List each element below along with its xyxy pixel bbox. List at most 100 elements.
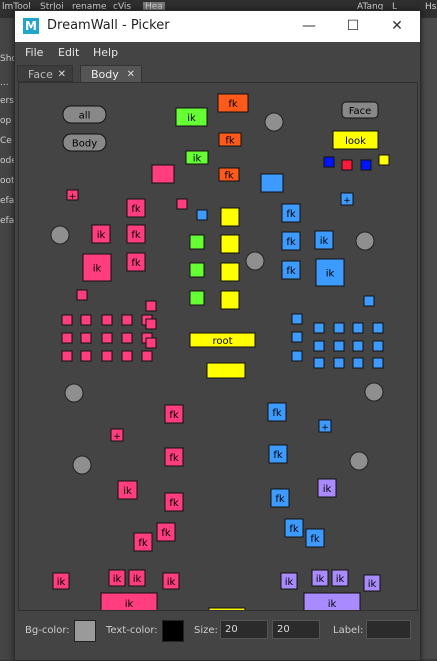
picker-pivot[interactable]	[264, 112, 284, 132]
picker-label[interactable]: ik	[316, 574, 325, 585]
picker-control[interactable]	[352, 322, 364, 334]
picker-control[interactable]	[352, 357, 364, 369]
picker-control[interactable]	[323, 156, 335, 168]
picker-control[interactable]	[101, 350, 113, 362]
picker-label[interactable]: all	[79, 111, 91, 122]
picker-label[interactable]: ik	[133, 574, 142, 585]
picker-control[interactable]	[313, 322, 325, 334]
picker-label[interactable]: ik	[328, 599, 337, 610]
picker-control[interactable]	[313, 357, 325, 369]
picker-label[interactable]: fk	[131, 258, 141, 269]
picker-control[interactable]	[333, 322, 345, 334]
picker-control[interactable]	[141, 350, 153, 362]
picker-label[interactable]: ik	[97, 230, 106, 241]
picker-label[interactable]: ik	[123, 486, 132, 497]
picker-control[interactable]	[220, 207, 240, 227]
menu-file[interactable]: File	[25, 46, 43, 59]
picker-control[interactable]	[372, 340, 384, 352]
picker-label[interactable]: fk	[228, 99, 238, 110]
picker-control[interactable]	[291, 313, 303, 325]
picker-control[interactable]	[189, 234, 205, 250]
maximize-button[interactable]: ☐	[333, 14, 373, 38]
picker-pivot[interactable]	[355, 231, 375, 251]
minimize-button[interactable]: —	[289, 14, 329, 38]
picker-control[interactable]	[333, 357, 345, 369]
picker-control[interactable]	[260, 173, 284, 193]
picker-control[interactable]	[291, 350, 303, 362]
picker-label[interactable]: ik	[57, 577, 66, 588]
picker-label[interactable]: ik	[326, 269, 335, 280]
picker-label[interactable]: fk	[289, 524, 299, 535]
picker-control[interactable]	[145, 318, 157, 330]
picker-label[interactable]: fk	[169, 498, 179, 509]
picker-control[interactable]	[121, 350, 133, 362]
picker-label[interactable]: fk	[272, 408, 282, 419]
picker-control[interactable]	[76, 289, 88, 301]
size-width-field[interactable]: 20	[220, 620, 268, 639]
picker-control[interactable]	[196, 209, 208, 221]
picker-control[interactable]	[189, 290, 205, 306]
size-height-field[interactable]: 20	[272, 620, 320, 639]
picker-control[interactable]	[101, 332, 113, 344]
picker-pivot[interactable]	[245, 251, 265, 271]
picker-label[interactable]: fk	[273, 450, 283, 461]
menu-help[interactable]: Help	[93, 46, 118, 59]
picker-label[interactable]: fk	[310, 534, 320, 545]
picker-label[interactable]: fk	[131, 204, 141, 215]
picker-label[interactable]: ik	[187, 113, 196, 124]
picker-control[interactable]	[80, 314, 92, 326]
picker-control[interactable]	[341, 159, 353, 171]
picker-pivot[interactable]	[349, 451, 369, 471]
picker-control[interactable]	[61, 314, 73, 326]
picker-control[interactable]	[220, 262, 240, 282]
tab-close-icon[interactable]: ✕	[58, 66, 66, 83]
text-color-swatch[interactable]	[162, 620, 184, 642]
picker-label[interactable]: root	[212, 336, 232, 347]
picker-label[interactable]: +	[321, 423, 329, 433]
picker-label[interactable]: fk	[138, 538, 148, 549]
picker-control[interactable]	[206, 362, 246, 379]
picker-label[interactable]: ik	[323, 484, 332, 495]
bg-color-swatch[interactable]	[74, 620, 96, 642]
picker-control[interactable]	[80, 350, 92, 362]
picker-label[interactable]: ik	[320, 236, 329, 247]
picker-control[interactable]	[220, 234, 240, 254]
picker-control[interactable]	[145, 337, 157, 349]
picker-label[interactable]: ik	[368, 579, 377, 590]
menu-edit[interactable]: Edit	[58, 46, 79, 59]
picker-control[interactable]	[176, 198, 188, 210]
picker-control[interactable]	[333, 340, 345, 352]
picker-pivot[interactable]	[364, 382, 384, 402]
picker-control[interactable]	[291, 331, 303, 343]
picker-label[interactable]: fk	[131, 230, 141, 241]
picker-control[interactable]	[352, 340, 364, 352]
picker-label[interactable]: fk	[169, 410, 179, 421]
close-button[interactable]: ✕	[377, 14, 417, 38]
title-bar[interactable]: M DreamWall - Picker — ☐ ✕	[15, 11, 420, 42]
picker-canvas[interactable]: allBodyFacelookrootmainfkfkfkikikfkfkfki…	[18, 82, 418, 611]
picker-pivot[interactable]	[50, 225, 70, 245]
picker-control[interactable]	[220, 290, 240, 310]
picker-control[interactable]	[360, 159, 372, 171]
picker-control[interactable]	[372, 357, 384, 369]
picker-label[interactable]: +	[343, 196, 351, 206]
picker-control[interactable]	[80, 332, 92, 344]
picker-label[interactable]: fk	[286, 237, 296, 248]
picker-control[interactable]	[145, 300, 157, 312]
label-field[interactable]	[366, 620, 411, 639]
picker-label[interactable]: fk	[169, 453, 179, 464]
picker-control[interactable]	[151, 164, 175, 184]
picker-label[interactable]: +	[113, 432, 121, 442]
picker-control[interactable]	[101, 314, 113, 326]
picker-control[interactable]	[363, 295, 375, 307]
picker-label[interactable]: ik	[113, 574, 122, 585]
picker-control[interactable]	[189, 262, 205, 278]
picker-label[interactable]: Body	[72, 139, 97, 150]
picker-label[interactable]: ik	[285, 577, 294, 588]
picker-graph[interactable]: allBodyFacelookrootmainfkfkfkikikfkfkfki…	[19, 83, 417, 610]
tab-face[interactable]: Face ✕	[17, 65, 73, 82]
shelf-item[interactable]: Hs	[425, 2, 436, 12]
picker-control[interactable]	[61, 350, 73, 362]
picker-label[interactable]: ik	[125, 599, 134, 610]
picker-pivot[interactable]	[72, 455, 92, 475]
